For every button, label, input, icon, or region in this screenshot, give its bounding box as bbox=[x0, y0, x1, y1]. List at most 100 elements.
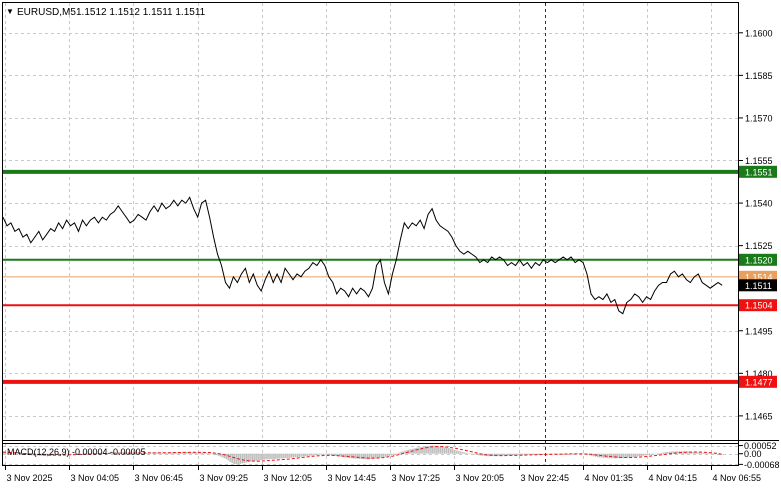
macd-bar bbox=[269, 453, 271, 460]
macd-bar bbox=[231, 453, 233, 463]
macd-bar bbox=[602, 453, 605, 458]
macd-bar bbox=[507, 453, 510, 456]
ohlc-readout: 1.1512 1.1512 1.1511 1.1511 bbox=[76, 7, 206, 18]
macd-bar bbox=[396, 453, 398, 454]
macd-bar bbox=[156, 452, 158, 454]
macd-bar bbox=[283, 453, 285, 459]
level-tag-label: 1.1504 bbox=[745, 301, 773, 311]
symbol-menu-icon[interactable]: ▼ bbox=[6, 7, 14, 16]
macd-bar bbox=[346, 453, 349, 458]
chart-canvas[interactable]: ▼ EURUSD,M5 1.1512 1.1512 1.1511 1.1511 … bbox=[0, 0, 781, 489]
time-tick-label: 3 Nov 17:25 bbox=[392, 473, 441, 483]
macd-bar bbox=[404, 450, 406, 454]
macd-bar bbox=[297, 453, 299, 458]
macd-bar bbox=[253, 453, 255, 462]
macd-bar bbox=[648, 453, 651, 455]
macd-bar bbox=[672, 451, 674, 454]
macd-bar bbox=[662, 452, 665, 454]
time-axis[interactable]: 3 Nov 2025 3 Nov 04:05 3 Nov 06:45 3 Nov 09… bbox=[5, 466, 762, 483]
macd-bar bbox=[3, 452, 5, 454]
macd-bar bbox=[642, 453, 645, 456]
macd-bar bbox=[326, 453, 329, 455]
macd-bar bbox=[622, 453, 625, 459]
macd-bar bbox=[301, 453, 303, 457]
macd-bar bbox=[712, 453, 714, 455]
macd-tick-label: 0.00 bbox=[744, 449, 762, 459]
macd-bar bbox=[422, 446, 424, 454]
macd-label: MACD(12,26,9) -0.00004 -0.00005 bbox=[7, 447, 146, 457]
macd-bar bbox=[344, 453, 347, 458]
macd-bar bbox=[463, 452, 466, 454]
macd-bar bbox=[265, 453, 267, 460]
macd-bar bbox=[259, 453, 261, 461]
macd-bar bbox=[547, 453, 549, 455]
time-tick-label: 3 Nov 06:45 bbox=[135, 473, 184, 483]
macd-bar bbox=[384, 453, 386, 457]
macd-bar bbox=[656, 453, 659, 455]
macd-bar bbox=[527, 453, 529, 455]
main-plot-area[interactable] bbox=[3, 3, 738, 440]
macd-bar bbox=[165, 452, 168, 454]
macd-bar bbox=[388, 453, 390, 456]
macd-bar bbox=[225, 453, 228, 459]
macd-bar bbox=[477, 453, 480, 456]
time-tick-label: 4 Nov 04:15 bbox=[649, 473, 698, 483]
price-tick-label: 1.1570 bbox=[745, 113, 773, 123]
macd-bar bbox=[473, 453, 476, 455]
macd-bar bbox=[700, 452, 702, 454]
macd-bar bbox=[350, 453, 353, 459]
level-tag-label: 1.1477 bbox=[745, 377, 773, 387]
macd-bar bbox=[612, 453, 615, 459]
macd-bar bbox=[457, 451, 460, 454]
macd-bar bbox=[459, 451, 462, 454]
price-tick-label: 1.1585 bbox=[745, 71, 773, 81]
macd-axis[interactable]: 0.000520.00-0.00068 bbox=[739, 441, 780, 470]
macd-bar bbox=[257, 453, 259, 461]
price-tick-label: 1.1540 bbox=[745, 199, 773, 209]
macd-bar bbox=[362, 453, 365, 460]
macd-bar bbox=[255, 453, 257, 461]
macd-bar bbox=[414, 448, 416, 454]
time-tick-label: 4 Nov 01:35 bbox=[585, 473, 634, 483]
macd-bar bbox=[310, 453, 313, 456]
macd-bar bbox=[306, 453, 309, 456]
macd-bar bbox=[453, 450, 456, 454]
macd-bar bbox=[616, 453, 619, 459]
macd-bar bbox=[279, 453, 281, 459]
macd-bar bbox=[418, 447, 420, 454]
macd-bar bbox=[451, 449, 454, 454]
macd-bar bbox=[273, 453, 275, 459]
macd-bar bbox=[652, 453, 655, 455]
level-tag-label: 1.1520 bbox=[745, 255, 773, 265]
macd-bar bbox=[211, 453, 214, 455]
macd-bar bbox=[716, 453, 718, 455]
macd-bar bbox=[614, 453, 617, 459]
macd-bar bbox=[382, 453, 384, 458]
macd-bar bbox=[245, 453, 247, 463]
macd-bar bbox=[233, 453, 235, 464]
macd-bar bbox=[634, 453, 637, 457]
macd-bar bbox=[487, 453, 490, 457]
time-tick-label: 3 Nov 14:45 bbox=[328, 473, 377, 483]
macd-bar bbox=[229, 453, 232, 462]
macd-bar bbox=[364, 453, 367, 460]
macd-bar bbox=[209, 453, 212, 454]
price-axis[interactable]: 1.1600 1.1585 1.1570 1.1555 1.1540 1.1525 1.14… bbox=[739, 28, 773, 421]
macd-bar bbox=[702, 452, 704, 454]
macd-bar bbox=[440, 446, 442, 454]
time-tick-label: 4 Nov 06:55 bbox=[713, 473, 762, 483]
macd-bar bbox=[646, 453, 649, 456]
time-tick-label: 3 Nov 12:05 bbox=[264, 473, 313, 483]
macd-bar bbox=[281, 453, 283, 459]
time-tick-label: 3 Nov 20:05 bbox=[456, 473, 505, 483]
macd-bar bbox=[308, 453, 311, 456]
macd-bar bbox=[398, 452, 400, 454]
macd-bar bbox=[195, 452, 198, 454]
macd-bar bbox=[386, 453, 388, 457]
macd-bar bbox=[644, 453, 647, 456]
macd-bar bbox=[630, 453, 633, 458]
macd-bar bbox=[416, 447, 418, 454]
macd-bar bbox=[710, 453, 712, 454]
macd-bar bbox=[235, 453, 237, 465]
macd-bar bbox=[698, 452, 700, 454]
